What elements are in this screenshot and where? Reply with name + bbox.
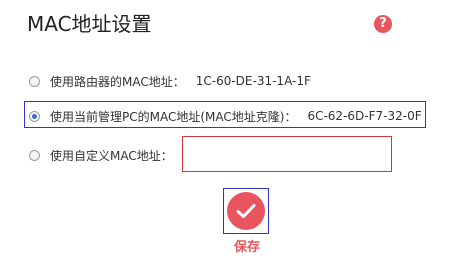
save-button-circle (227, 192, 265, 230)
checkmark-icon (236, 204, 256, 218)
option-pc-mac-clone[interactable]: 使用当前管理PC的MAC地址(MAC地址克隆)： 6C-62-6D-F7-32-… (29, 104, 422, 128)
radio-pc-mac-clone[interactable] (29, 110, 40, 122)
option-router-mac[interactable]: 使用路由器的MAC地址： 1C-60-DE-31-1A-1F (29, 69, 311, 93)
option-custom-mac[interactable]: 使用自定义MAC地址： (29, 143, 173, 167)
router-mac-value: 1C-60-DE-31-1A-1F (195, 74, 311, 88)
pc-mac-value: 6C-62-6D-F7-32-0F (307, 109, 422, 123)
option-router-mac-label: 使用路由器的MAC地址： (50, 74, 185, 89)
radio-router-mac[interactable] (29, 75, 40, 87)
help-icon[interactable]: ? (374, 15, 392, 33)
custom-mac-input[interactable] (182, 136, 392, 172)
option-pc-mac-clone-label: 使用当前管理PC的MAC地址(MAC地址克隆)： (50, 109, 297, 124)
option-custom-mac-label: 使用自定义MAC地址： (50, 148, 173, 163)
radio-custom-mac[interactable] (29, 149, 40, 161)
save-button[interactable] (223, 188, 269, 234)
page-title: MAC地址设置 (27, 12, 152, 36)
save-label[interactable]: 保存 (224, 239, 270, 257)
